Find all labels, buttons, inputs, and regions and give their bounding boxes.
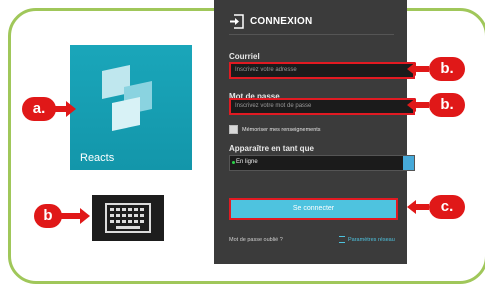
network-settings-link[interactable]: Paramètres réseau: [339, 236, 395, 243]
keyboard-tile[interactable]: [92, 195, 164, 241]
password-field[interactable]: Inscrivez votre mot de passe: [229, 98, 415, 115]
remember-label: Mémoriser mes renseignements: [242, 126, 321, 133]
arrow-right-icon: [60, 208, 90, 224]
online-dot-icon: [232, 161, 235, 164]
network-icon: [339, 236, 345, 243]
status-label: Apparaître en tant que: [229, 144, 314, 153]
login-icon: [230, 13, 244, 29]
callout-b-badge: b.: [429, 93, 465, 117]
callout-b-badge: b: [34, 204, 62, 228]
arrow-left-icon: [407, 98, 429, 112]
keyboard-icon: [105, 203, 151, 233]
remember-checkbox[interactable]: Mémoriser mes renseignements: [229, 125, 321, 134]
login-button[interactable]: Se connecter: [229, 198, 398, 220]
status-value: En ligne: [236, 159, 258, 165]
login-panel: CONNEXION Courriel Inscrivez votre adres…: [214, 0, 415, 264]
arrow-left-icon: [407, 62, 429, 76]
checkbox-icon[interactable]: [229, 125, 238, 134]
network-label: Paramètres réseau: [348, 236, 395, 243]
reacts-logo-icon: [102, 65, 152, 131]
callout-c-badge: c.: [429, 195, 465, 219]
forgot-password-link[interactable]: Mot de passe oublié ?: [229, 237, 283, 243]
callout-a-badge: a.: [22, 97, 56, 121]
status-select[interactable]: En ligne: [229, 155, 415, 171]
reacts-app-tile[interactable]: Reacts: [70, 45, 192, 170]
chevron-down-icon[interactable]: [403, 156, 414, 170]
login-title: CONNEXION: [250, 15, 313, 27]
arrow-left-icon: [407, 200, 429, 214]
login-header: CONNEXION: [229, 8, 394, 35]
arrow-right-icon: [54, 101, 76, 117]
app-label: Reacts: [80, 152, 115, 164]
email-label: Courriel: [229, 52, 260, 61]
callout-b-badge: b.: [429, 57, 465, 81]
email-field[interactable]: Inscrivez votre adresse: [229, 62, 415, 79]
